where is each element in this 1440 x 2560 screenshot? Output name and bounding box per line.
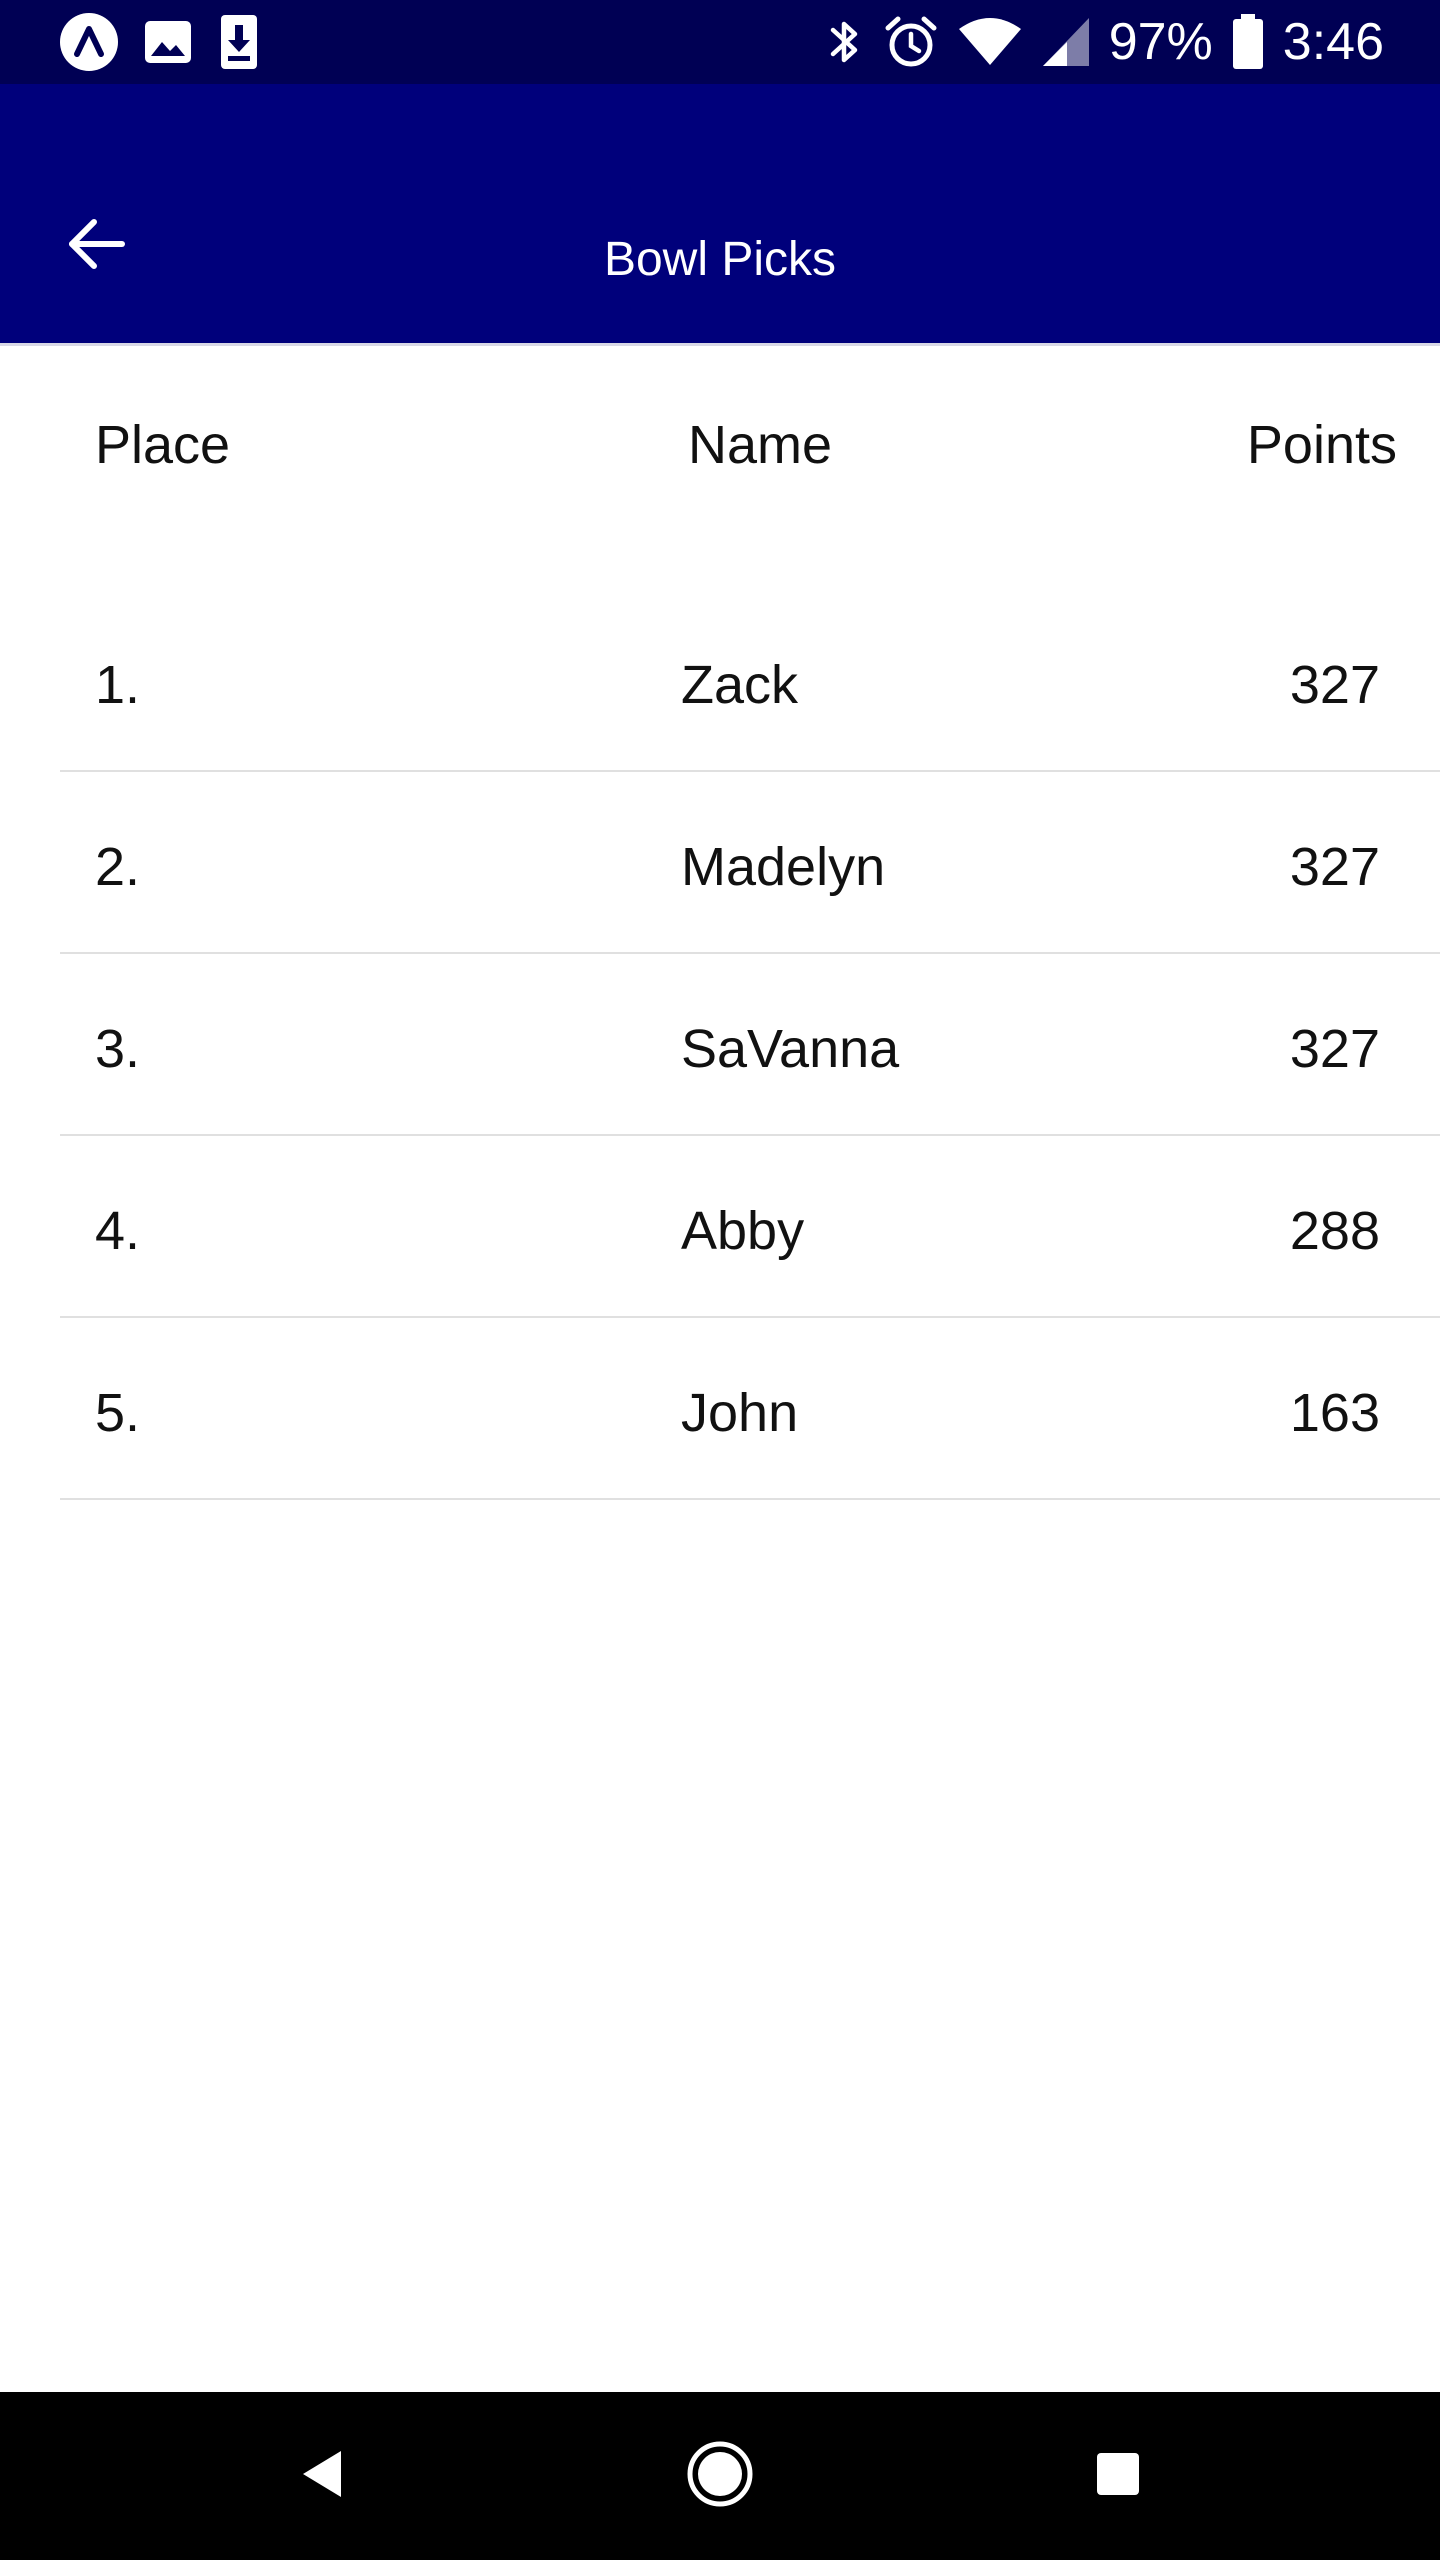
download-icon (216, 12, 262, 72)
row-name: SaVanna (681, 1019, 900, 1079)
wifi-icon (957, 17, 1023, 67)
status-bar: 97% 3:46 (0, 0, 1440, 84)
row-name: John (681, 1383, 799, 1443)
table-row[interactable]: 1. Zack 327 (0, 590, 1440, 772)
row-place: 1. (95, 655, 141, 715)
row-place: 4. (95, 1201, 141, 1261)
column-header-place: Place (95, 415, 231, 475)
table-row[interactable]: 3. SaVanna 327 (0, 954, 1440, 1136)
row-points: 327 (1289, 837, 1380, 897)
battery-percent: 97% (1108, 13, 1213, 71)
app-notification-icon (58, 11, 120, 73)
row-points: 327 (1289, 1019, 1380, 1079)
row-name: Abby (681, 1201, 805, 1261)
column-header-name: Name (688, 415, 833, 475)
nav-back-icon (297, 2447, 347, 2506)
clock-time: 3:46 (1282, 13, 1384, 71)
alarm-icon (883, 14, 939, 70)
table-header: Place Name Points (0, 400, 1440, 490)
row-place: 2. (95, 837, 141, 897)
row-points: 327 (1289, 655, 1380, 715)
battery-icon (1231, 13, 1265, 71)
row-points: 288 (1289, 1201, 1380, 1261)
page-title: Bowl Picks (603, 233, 837, 286)
table-row[interactable]: 4. Abby 288 (0, 1136, 1440, 1318)
standings-list: 1. Zack 327 2. Madelyn 327 3. SaVanna 32… (0, 590, 1440, 1500)
row-name: Madelyn (681, 837, 886, 897)
table-row[interactable]: 2. Madelyn 327 (0, 772, 1440, 954)
nav-recents-button[interactable] (1068, 2426, 1168, 2526)
row-place: 3. (95, 1019, 141, 1079)
table-row[interactable]: 5. John 163 (0, 1318, 1440, 1500)
nav-back-button[interactable] (272, 2426, 372, 2526)
nav-recents-icon (1093, 2449, 1143, 2504)
column-header-points: Points (1246, 415, 1397, 475)
row-points: 163 (1289, 1383, 1380, 1443)
status-left-icons (58, 12, 262, 72)
bluetooth-icon (825, 14, 865, 70)
row-name: Zack (681, 655, 799, 715)
row-place: 5. (95, 1383, 141, 1443)
app-bar: Bowl Picks (0, 84, 1440, 346)
image-icon (142, 16, 194, 68)
nav-home-icon (686, 2440, 754, 2513)
status-right-icons: 97% 3:46 (825, 12, 1384, 72)
nav-home-button[interactable] (670, 2426, 770, 2526)
system-nav-bar (0, 2392, 1440, 2560)
cell-signal-icon (1041, 16, 1091, 68)
